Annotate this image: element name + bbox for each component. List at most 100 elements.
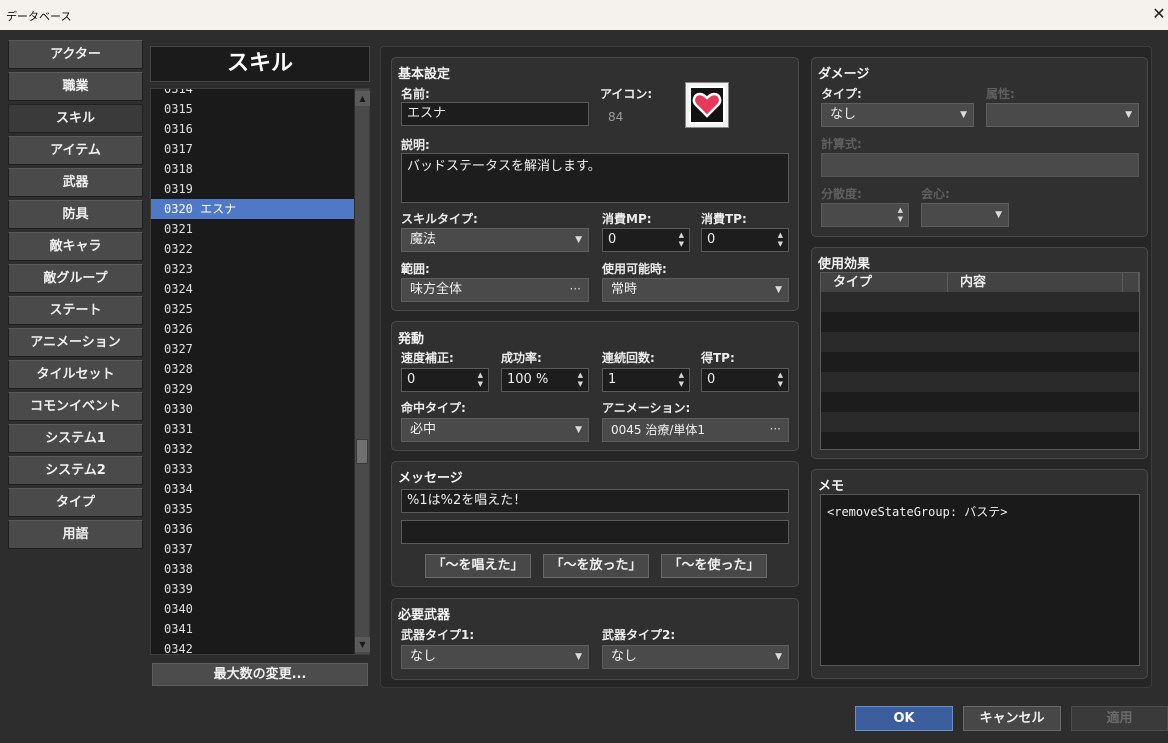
list-item[interactable]: 0328 <box>151 359 354 379</box>
list-item[interactable]: 0342 <box>151 639 354 654</box>
list-item[interactable]: 0314 <box>151 89 354 99</box>
list-item[interactable]: 0321 <box>151 219 354 239</box>
category-troops[interactable]: 敵グループ <box>8 264 143 293</box>
scroll-thumb[interactable] <box>356 439 368 464</box>
category-skills[interactable]: スキル <box>8 104 143 133</box>
weapon-type2-select[interactable]: なし ▼ <box>602 645 789 669</box>
list-item[interactable]: 0317 <box>151 139 354 159</box>
category-terms[interactable]: 用語 <box>8 520 143 549</box>
list-item[interactable]: 0340 <box>151 599 354 619</box>
table-row[interactable] <box>821 312 1139 332</box>
scroll-up-icon[interactable]: ▲ <box>355 91 370 106</box>
category-enemies[interactable]: 敵キャラ <box>8 232 143 261</box>
list-item[interactable]: 0341 <box>151 619 354 639</box>
table-row[interactable] <box>821 392 1139 412</box>
list-item[interactable]: 0333 <box>151 459 354 479</box>
spin-arrows-icon[interactable]: ▲ ▼ <box>578 371 583 389</box>
category-states[interactable]: ステート <box>8 296 143 325</box>
name-input[interactable]: エスナ <box>401 102 589 126</box>
list-item[interactable]: 0330 <box>151 399 354 419</box>
list-item[interactable]: 0326 <box>151 319 354 339</box>
table-row[interactable] <box>821 352 1139 372</box>
list-item-selected[interactable]: 0320 エスナ <box>151 199 354 219</box>
change-maximum-button[interactable]: 最大数の変更... <box>152 663 368 686</box>
animation-select[interactable]: 0045 治療/単体1 ··· <box>602 418 789 442</box>
table-row[interactable] <box>821 432 1139 449</box>
list-item[interactable]: 0327 <box>151 339 354 359</box>
skill-list[interactable]: 0314 0315 0316 0317 0318 0319 0320 エスナ 0… <box>150 88 370 655</box>
list-item[interactable]: 0335 <box>151 499 354 519</box>
spin-arrows-icon[interactable]: ▲ ▼ <box>679 371 684 389</box>
cancel-button[interactable]: キャンセル <box>963 706 1061 731</box>
spin-arrows-icon[interactable]: ▲ ▼ <box>778 231 783 249</box>
effects-col-type: タイプ <box>821 273 948 292</box>
category-weapons[interactable]: 武器 <box>8 168 143 197</box>
table-row[interactable] <box>821 412 1139 432</box>
category-system2[interactable]: システム2 <box>8 456 143 485</box>
apply-button[interactable]: 適用 <box>1071 706 1168 731</box>
list-item[interactable]: 0322 <box>151 239 354 259</box>
tp-gain-stepper[interactable]: 0 ▲ ▼ <box>701 368 789 392</box>
weapon-type1-select[interactable]: なし ▼ <box>401 645 589 669</box>
spin-arrows-icon[interactable]: ▲ ▼ <box>898 206 903 224</box>
description-input[interactable]: バッドステータスを解消します。 <box>401 153 789 203</box>
scroll-down-icon[interactable]: ▼ <box>355 637 370 652</box>
critical-select[interactable]: ▼ <box>921 203 1009 227</box>
category-animations[interactable]: アニメーション <box>8 328 143 357</box>
spin-arrows-icon[interactable]: ▲ ▼ <box>679 231 684 249</box>
category-types[interactable]: タイプ <box>8 488 143 517</box>
close-icon[interactable]: ✕ <box>1150 4 1168 24</box>
table-row[interactable] <box>821 332 1139 352</box>
icon-picker[interactable] <box>685 82 729 128</box>
table-row[interactable] <box>821 292 1139 312</box>
mp-cost-stepper[interactable]: 0 ▲ ▼ <box>602 228 690 252</box>
category-classes[interactable]: 職業 <box>8 72 143 101</box>
skill-type-select[interactable]: 魔法 ▼ <box>401 228 589 252</box>
category-system1[interactable]: システム1 <box>8 424 143 453</box>
list-item[interactable]: 0334 <box>151 479 354 499</box>
use-message-button[interactable]: 「～を使った」 <box>661 554 767 578</box>
tp-cost-stepper[interactable]: 0 ▲ ▼ <box>701 228 789 252</box>
list-item[interactable]: 0331 <box>151 419 354 439</box>
list-item[interactable]: 0319 <box>151 179 354 199</box>
table-row[interactable] <box>821 372 1139 392</box>
cast-message-button[interactable]: 「～を唱えた」 <box>425 554 531 578</box>
category-armors[interactable]: 防具 <box>8 200 143 229</box>
effects-table[interactable]: タイプ 内容 <box>820 272 1140 450</box>
ok-button[interactable]: OK <box>855 706 953 731</box>
list-item[interactable]: 0332 <box>151 439 354 459</box>
spin-arrows-icon[interactable]: ▲ ▼ <box>478 371 483 389</box>
list-item[interactable]: 0336 <box>151 519 354 539</box>
scope-select[interactable]: 味方全体 ··· <box>401 278 589 302</box>
speed-stepper[interactable]: 0 ▲ ▼ <box>401 368 489 392</box>
category-tilesets[interactable]: タイルセット <box>8 360 143 389</box>
category-items[interactable]: アイテム <box>8 136 143 165</box>
list-item[interactable]: 0329 <box>151 379 354 399</box>
spin-arrows-icon[interactable]: ▲ ▼ <box>778 371 783 389</box>
list-item[interactable]: 0339 <box>151 579 354 599</box>
list-item[interactable]: 0325 <box>151 299 354 319</box>
message-line1-input[interactable]: %1は%2を唱えた！ <box>401 489 789 513</box>
variance-stepper[interactable]: ▲ ▼ <box>821 203 909 227</box>
list-item[interactable]: 0315 <box>151 99 354 119</box>
effects-col-content: 内容 <box>948 273 1123 292</box>
list-item[interactable]: 0316 <box>151 119 354 139</box>
damage-type-select[interactable]: なし ▼ <box>821 103 974 127</box>
formula-input[interactable] <box>821 153 1139 177</box>
list-item[interactable]: 0324 <box>151 279 354 299</box>
occasion-select[interactable]: 常時 ▼ <box>602 278 789 302</box>
list-item[interactable]: 0338 <box>151 559 354 579</box>
success-rate-stepper[interactable]: 100 % ▲ ▼ <box>501 368 589 392</box>
category-common-events[interactable]: コモンイベント <box>8 392 143 421</box>
list-item[interactable]: 0337 <box>151 539 354 559</box>
list-item[interactable]: 0318 <box>151 159 354 179</box>
fire-message-button[interactable]: 「～を放った」 <box>543 554 649 578</box>
list-scrollbar[interactable]: ▲ ▼ <box>354 89 370 654</box>
category-actors[interactable]: アクター <box>8 40 143 69</box>
memo-textarea[interactable]: <removeStateGroup: バステ> <box>820 494 1140 666</box>
repeats-stepper[interactable]: 1 ▲ ▼ <box>602 368 690 392</box>
list-item[interactable]: 0323 <box>151 259 354 279</box>
hit-type-select[interactable]: 必中 ▼ <box>401 418 589 442</box>
element-select[interactable]: ▼ <box>986 103 1139 127</box>
message-line2-input[interactable] <box>401 520 789 544</box>
